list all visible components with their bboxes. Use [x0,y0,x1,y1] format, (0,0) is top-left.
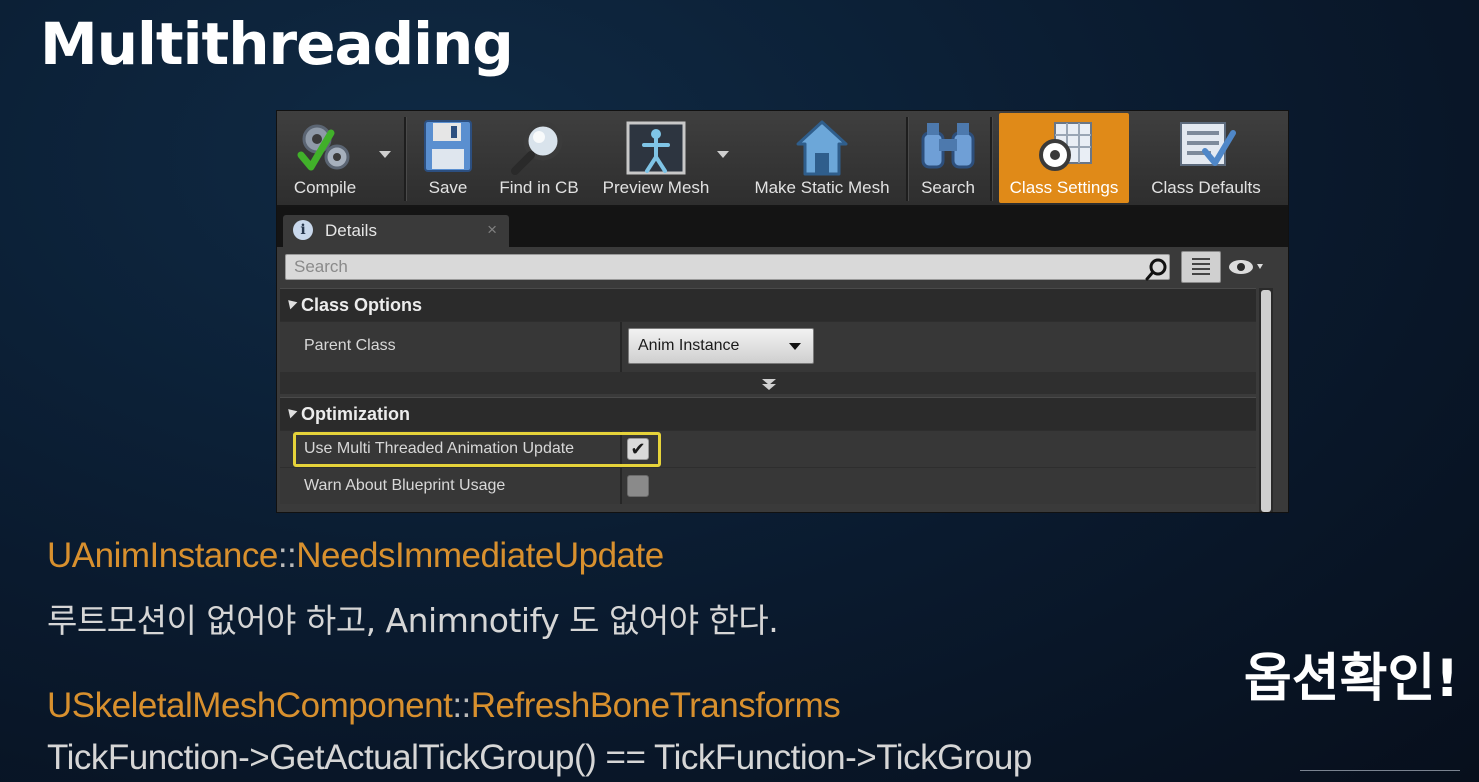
preview-mesh-dropdown-chevron-down-icon[interactable] [717,151,729,158]
toolbar-separator [990,117,993,201]
make-static-mesh-button[interactable]: Make Static Mesh [743,113,901,203]
class-settings-icon [1033,119,1095,182]
highlight-box [293,432,661,467]
find-in-cb-button[interactable]: Find in CB [491,113,587,203]
details-panel: Class Options Parent Class Anim Instance… [277,247,1288,512]
binoculars-icon [919,119,977,178]
code-class-name: UAnimInstance [47,536,278,575]
search-icon[interactable] [1145,257,1169,286]
warn-blueprint-usage-checkbox[interactable] [627,475,649,497]
find-in-cb-label: Find in CB [499,178,579,197]
toolbar-separator [906,117,909,201]
note-root-motion: 루트모션이 없어야 하고, Animnotify 도 없어야 한다. [47,601,779,640]
decorative-divider [1300,770,1460,771]
compile-button[interactable]: Compile [281,113,369,203]
search-button[interactable]: Search [913,113,983,203]
section-header-optimization[interactable]: Optimization [280,397,1256,430]
code-note-needs-immediate-update: UAnimInstance::NeedsImmediateUpdate [47,536,664,576]
section-header-class-options[interactable]: Class Options [280,288,1256,321]
close-icon[interactable]: × [487,220,497,240]
advanced-expand-row[interactable] [280,372,1256,394]
compile-label: Compile [293,178,357,197]
parent-class-dropdown[interactable]: Anim Instance [628,328,814,364]
preview-mesh-icon [625,119,687,182]
column-splitter[interactable] [620,468,622,504]
slide-title: Multithreading [40,10,514,78]
expand-advanced-chevron-down-icon [760,377,778,396]
view-options-button[interactable] [1181,251,1221,283]
details-tab-strip: i Details × [277,207,1288,247]
side-note: 옵션확인! [1243,649,1459,709]
scrollbar-thumb[interactable] [1261,290,1271,512]
chevron-down-icon [789,343,801,350]
list-view-icon [1192,258,1210,275]
collapse-arrow-icon [284,405,298,419]
section-title: Optimization [301,404,410,424]
property-row-warn-blueprint-usage: Warn About Blueprint Usage [280,467,1256,504]
search-label: Search [921,178,975,197]
tab-details[interactable]: i Details × [283,215,509,247]
details-search-row [277,247,1288,287]
column-splitter[interactable] [620,322,622,372]
scope-separator: :: [277,536,297,575]
make-static-mesh-label: Make Static Mesh [754,178,890,197]
save-label: Save [428,178,468,197]
code-note-refresh-bone-transforms: USkeletalMeshComponent::RefreshBoneTrans… [47,686,841,726]
class-settings-label: Class Settings [1009,178,1119,197]
editor-toolbar: Compile Save Find in CB Preview Mesh Mak… [277,111,1288,207]
preview-mesh-button[interactable]: Preview Mesh [595,113,717,203]
tab-details-label: Details [325,221,377,240]
preview-mesh-label: Preview Mesh [602,178,710,197]
toolbar-separator [404,117,407,201]
code-function-name: RefreshBoneTransforms [470,686,841,725]
scope-separator: :: [452,686,471,725]
property-row-parent-class: Parent Class Anim Instance [280,321,1256,372]
details-scrollbar[interactable] [1259,288,1273,512]
info-icon: i [293,220,313,240]
section-title: Class Options [301,295,423,315]
parent-class-label: Parent Class [304,337,396,354]
class-defaults-icon [1175,119,1237,178]
save-button[interactable]: Save [413,113,483,203]
parent-class-value: Anim Instance [638,337,740,354]
compile-gears-check-icon [295,119,355,182]
blueprint-editor-panel: Compile Save Find in CB Preview Mesh Mak… [276,110,1289,513]
note-tick-group: TickFunction->GetActualTickGroup() == Ti… [47,738,1032,777]
compile-dropdown-chevron-down-icon[interactable] [379,151,391,158]
warn-blueprint-usage-label: Warn About Blueprint Usage [304,477,506,494]
eye-icon[interactable] [1227,257,1267,282]
code-class-name: USkeletalMeshComponent [47,686,453,725]
class-settings-button[interactable]: Class Settings [999,113,1129,203]
search-input[interactable] [285,254,1170,280]
class-defaults-button[interactable]: Class Defaults [1137,113,1275,203]
magnifier-icon [509,119,569,182]
class-defaults-label: Class Defaults [1151,178,1261,197]
save-floppy-icon [423,119,473,178]
collapse-arrow-icon [284,296,298,310]
code-function-name: NeedsImmediateUpdate [296,536,664,575]
make-static-mesh-house-icon [795,119,849,182]
